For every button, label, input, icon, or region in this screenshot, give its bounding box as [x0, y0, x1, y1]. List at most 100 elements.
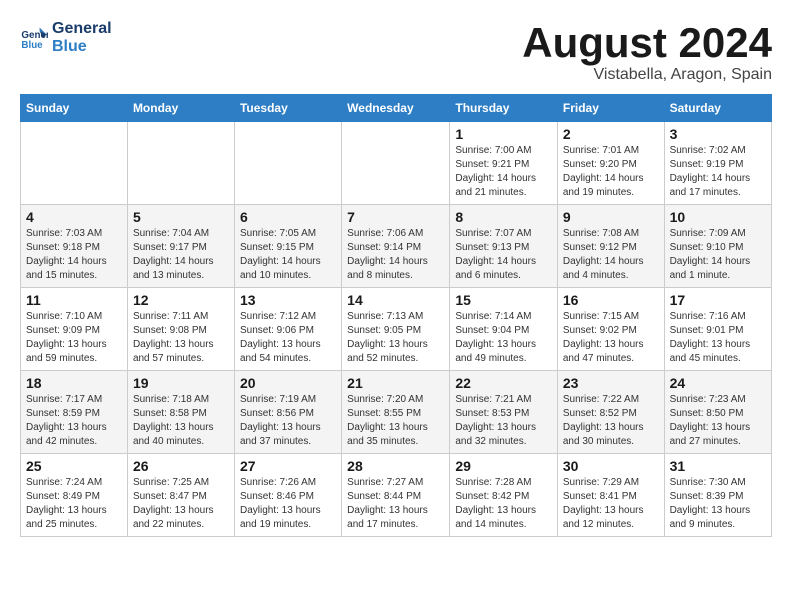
day-info: Sunrise: 7:12 AM Sunset: 9:06 PM Dayligh… [240, 310, 336, 366]
day-number: 14 [347, 292, 444, 308]
day-number: 27 [240, 458, 336, 474]
day-info: Sunrise: 7:08 AM Sunset: 9:12 PM Dayligh… [563, 227, 659, 283]
day-cell: 19 Sunrise: 7:18 AM Sunset: 8:58 PM Dayli… [127, 371, 234, 454]
week-row-5: 25Sunrise: 7:24 AM Sunset: 8:49 PM Dayli… [21, 454, 772, 537]
day-number: 12 [133, 292, 229, 308]
day-info: Sunrise: 7:03 AM Sunset: 9:18 PM Dayligh… [26, 227, 122, 283]
day-info: Sunrise: 7:19 AM Sunset: 8:56 PM Dayligh… [240, 393, 336, 449]
day-info: Sunrise: 7:17 AM Sunset: 8:59 PM Dayligh… [26, 393, 122, 449]
day-info: Sunrise: 7:30 AM Sunset: 8:39 PM Dayligh… [670, 476, 766, 532]
col-header-saturday: Saturday [664, 95, 771, 122]
svg-text:Blue: Blue [21, 39, 43, 50]
day-cell [127, 122, 234, 205]
day-info: Sunrise: 7:13 AM Sunset: 9:05 PM Dayligh… [347, 310, 444, 366]
day-number: 11 [26, 292, 122, 308]
day-cell: 1 Sunrise: 7:00 AM Sunset: 9:21 PM Daylig… [450, 122, 558, 205]
day-info: Sunrise: 7:23 AM Sunset: 8:50 PM Dayligh… [670, 393, 766, 449]
day-cell: 7 Sunrise: 7:06 AM Sunset: 9:14 PM Daylig… [342, 205, 450, 288]
logo-blue: Blue [52, 38, 112, 56]
day-cell: 17Sunrise: 7:16 AM Sunset: 9:01 PM Dayli… [664, 288, 771, 371]
logo-icon: General Blue [20, 24, 48, 52]
day-info: Sunrise: 7:14 AM Sunset: 9:04 PM Dayligh… [455, 310, 552, 366]
day-cell: 3Sunrise: 7:02 AM Sunset: 9:19 PM Daylig… [664, 122, 771, 205]
day-info: Sunrise: 7:09 AM Sunset: 9:10 PM Dayligh… [670, 227, 766, 283]
day-cell: 25Sunrise: 7:24 AM Sunset: 8:49 PM Dayli… [21, 454, 128, 537]
day-number: 2 [563, 126, 659, 142]
day-info: Sunrise: 7:25 AM Sunset: 8:47 PM Dayligh… [133, 476, 229, 532]
day-cell: 13 Sunrise: 7:12 AM Sunset: 9:06 PM Dayli… [234, 288, 341, 371]
day-cell: 20 Sunrise: 7:19 AM Sunset: 8:56 PM Dayli… [234, 371, 341, 454]
day-info: Sunrise: 7:07 AM Sunset: 9:13 PM Dayligh… [455, 227, 552, 283]
day-cell: 9 Sunrise: 7:08 AM Sunset: 9:12 PM Daylig… [557, 205, 664, 288]
col-header-wednesday: Wednesday [342, 95, 450, 122]
day-cell: 15Sunrise: 7:14 AM Sunset: 9:04 PM Dayli… [450, 288, 558, 371]
day-info: Sunrise: 7:15 AM Sunset: 9:02 PM Dayligh… [563, 310, 659, 366]
day-info: Sunrise: 7:06 AM Sunset: 9:14 PM Dayligh… [347, 227, 444, 283]
day-number: 19 [133, 375, 229, 391]
day-info: Sunrise: 7:28 AM Sunset: 8:42 PM Dayligh… [455, 476, 552, 532]
day-number: 20 [240, 375, 336, 391]
day-number: 25 [26, 458, 122, 474]
page-header: General Blue General Blue August 2024 Vi… [20, 20, 772, 84]
day-cell: 21Sunrise: 7:20 AM Sunset: 8:55 PM Dayli… [342, 371, 450, 454]
day-cell: 14 Sunrise: 7:13 AM Sunset: 9:05 PM Dayli… [342, 288, 450, 371]
day-info: Sunrise: 7:29 AM Sunset: 8:41 PM Dayligh… [563, 476, 659, 532]
day-number: 7 [347, 209, 444, 225]
day-number: 6 [240, 209, 336, 225]
day-cell: 5Sunrise: 7:04 AM Sunset: 9:17 PM Daylig… [127, 205, 234, 288]
day-number: 9 [563, 209, 659, 225]
calendar-table: SundayMondayTuesdayWednesdayThursdayFrid… [20, 94, 772, 537]
day-info: Sunrise: 7:21 AM Sunset: 8:53 PM Dayligh… [455, 393, 552, 449]
day-cell [342, 122, 450, 205]
day-number: 13 [240, 292, 336, 308]
day-cell: 28 Sunrise: 7:27 AM Sunset: 8:44 PM Dayli… [342, 454, 450, 537]
day-cell: 26 Sunrise: 7:25 AM Sunset: 8:47 PM Dayli… [127, 454, 234, 537]
day-cell: 22 Sunrise: 7:21 AM Sunset: 8:53 PM Dayli… [450, 371, 558, 454]
day-cell: 11 Sunrise: 7:10 AM Sunset: 9:09 PM Dayli… [21, 288, 128, 371]
col-header-tuesday: Tuesday [234, 95, 341, 122]
day-info: Sunrise: 7:10 AM Sunset: 9:09 PM Dayligh… [26, 310, 122, 366]
calendar-subtitle: Vistabella, Aragon, Spain [522, 66, 772, 84]
col-header-friday: Friday [557, 95, 664, 122]
day-info: Sunrise: 7:27 AM Sunset: 8:44 PM Dayligh… [347, 476, 444, 532]
day-number: 28 [347, 458, 444, 474]
header-row: SundayMondayTuesdayWednesdayThursdayFrid… [21, 95, 772, 122]
day-info: Sunrise: 7:22 AM Sunset: 8:52 PM Dayligh… [563, 393, 659, 449]
day-number: 22 [455, 375, 552, 391]
day-cell: 29Sunrise: 7:28 AM Sunset: 8:42 PM Dayli… [450, 454, 558, 537]
week-row-1: 1 Sunrise: 7:00 AM Sunset: 9:21 PM Daylig… [21, 122, 772, 205]
day-number: 24 [670, 375, 766, 391]
day-number: 23 [563, 375, 659, 391]
day-info: Sunrise: 7:18 AM Sunset: 8:58 PM Dayligh… [133, 393, 229, 449]
day-info: Sunrise: 7:00 AM Sunset: 9:21 PM Dayligh… [455, 144, 552, 200]
day-cell: 8 Sunrise: 7:07 AM Sunset: 9:13 PM Daylig… [450, 205, 558, 288]
day-info: Sunrise: 7:11 AM Sunset: 9:08 PM Dayligh… [133, 310, 229, 366]
day-info: Sunrise: 7:05 AM Sunset: 9:15 PM Dayligh… [240, 227, 336, 283]
day-cell: 6 Sunrise: 7:05 AM Sunset: 9:15 PM Daylig… [234, 205, 341, 288]
week-row-3: 11 Sunrise: 7:10 AM Sunset: 9:09 PM Dayli… [21, 288, 772, 371]
logo: General Blue General Blue [20, 20, 112, 55]
day-cell: 27 Sunrise: 7:26 AM Sunset: 8:46 PM Dayli… [234, 454, 341, 537]
day-cell: 23 Sunrise: 7:22 AM Sunset: 8:52 PM Dayli… [557, 371, 664, 454]
day-number: 30 [563, 458, 659, 474]
col-header-monday: Monday [127, 95, 234, 122]
day-info: Sunrise: 7:26 AM Sunset: 8:46 PM Dayligh… [240, 476, 336, 532]
day-info: Sunrise: 7:01 AM Sunset: 9:20 PM Dayligh… [563, 144, 659, 200]
day-number: 26 [133, 458, 229, 474]
day-number: 4 [26, 209, 122, 225]
day-number: 16 [563, 292, 659, 308]
day-number: 1 [455, 126, 552, 142]
logo-general: General [52, 20, 112, 38]
day-number: 10 [670, 209, 766, 225]
day-cell: 12 Sunrise: 7:11 AM Sunset: 9:08 PM Dayli… [127, 288, 234, 371]
day-cell: 30 Sunrise: 7:29 AM Sunset: 8:41 PM Dayli… [557, 454, 664, 537]
day-info: Sunrise: 7:02 AM Sunset: 9:19 PM Dayligh… [670, 144, 766, 200]
week-row-4: 18Sunrise: 7:17 AM Sunset: 8:59 PM Dayli… [21, 371, 772, 454]
day-info: Sunrise: 7:20 AM Sunset: 8:55 PM Dayligh… [347, 393, 444, 449]
col-header-thursday: Thursday [450, 95, 558, 122]
day-number: 8 [455, 209, 552, 225]
col-header-sunday: Sunday [21, 95, 128, 122]
day-cell: 16 Sunrise: 7:15 AM Sunset: 9:02 PM Dayli… [557, 288, 664, 371]
day-cell: 31Sunrise: 7:30 AM Sunset: 8:39 PM Dayli… [664, 454, 771, 537]
day-number: 17 [670, 292, 766, 308]
